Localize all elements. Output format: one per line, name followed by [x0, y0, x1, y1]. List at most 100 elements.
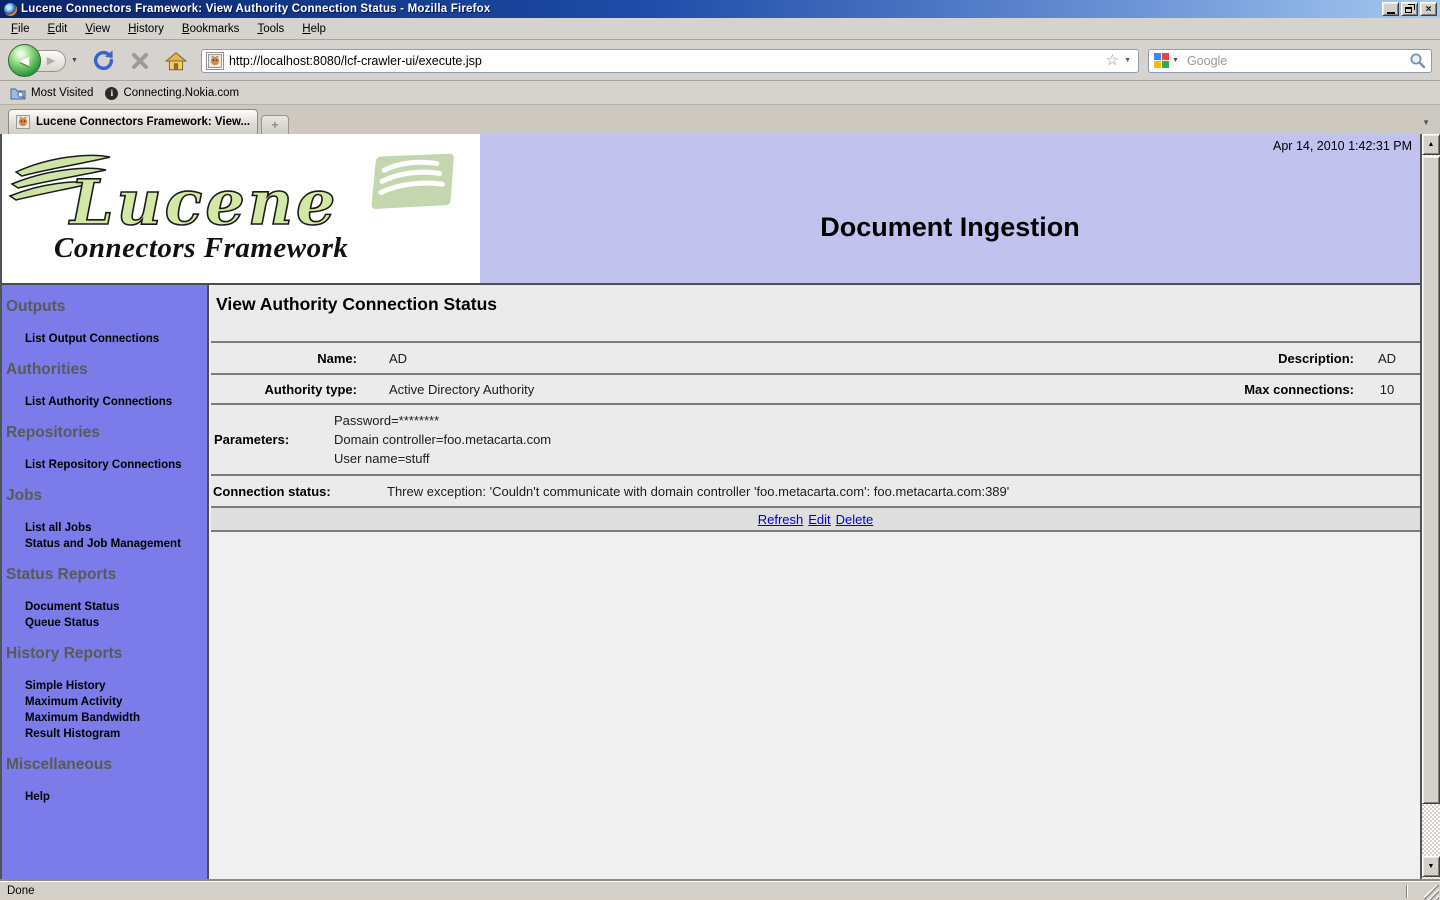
star-glyph: ☆: [1106, 52, 1119, 69]
chevron-down-icon: ▼: [1124, 57, 1131, 64]
resize-grip[interactable]: [1424, 885, 1439, 900]
menu-tools[interactable]: Tools: [248, 20, 293, 38]
bookmark-connecting-nokia[interactable]: i Connecting.Nokia.com: [101, 85, 247, 102]
restore-button[interactable]: [1401, 2, 1418, 16]
sidebar-item-maximum-activity[interactable]: Maximum Activity: [25, 694, 207, 710]
sidebar-item-help[interactable]: Help: [25, 789, 207, 805]
window-controls: ×: [1382, 2, 1437, 16]
reload-button[interactable]: [91, 48, 117, 74]
table-row-connection-status: Connection status: Threw exception: 'Cou…: [211, 474, 1420, 506]
info-glyph: i: [111, 88, 114, 98]
menu-bar: File Edit View History Bookmarks Tools H…: [0, 18, 1440, 40]
scrollbar-thumb[interactable]: [1422, 156, 1440, 804]
title-bar: Lucene Connectors Framework: View Author…: [0, 0, 1440, 18]
back-button[interactable]: ◀: [8, 44, 41, 77]
sidebar-section-miscellaneous: Miscellaneous: [2, 748, 207, 789]
refresh-link[interactable]: Refresh: [758, 512, 804, 527]
edit-link[interactable]: Edit: [808, 512, 830, 527]
search-engine-dropdown[interactable]: ▼: [1169, 57, 1182, 64]
sidebar-item-maximum-bandwidth[interactable]: Maximum Bandwidth: [25, 710, 207, 726]
reload-icon: [92, 49, 115, 72]
info-icon: i: [105, 87, 118, 100]
scroll-up-icon: ▲: [1428, 141, 1435, 148]
bookmark-most-visited[interactable]: Most Visited: [6, 85, 101, 102]
scroll-down-button[interactable]: ▼: [1422, 856, 1440, 877]
navigation-toolbar: ◀ ▶ ▼ ☆ ▼: [0, 41, 1440, 81]
minimize-button[interactable]: [1382, 2, 1399, 16]
page-banner: Apr 14, 2010 1:42:31 PM Document Ingesti…: [480, 134, 1420, 283]
close-icon: ×: [1426, 4, 1432, 15]
tab-active[interactable]: Lucene Connectors Framework: View...: [8, 109, 258, 134]
new-tab-button[interactable]: +: [261, 115, 289, 134]
bookmark-label: Most Visited: [31, 87, 93, 99]
timestamp: Apr 14, 2010 1:42:31 PM: [1273, 139, 1412, 153]
name-label: Name:: [211, 351, 387, 366]
plus-icon: +: [271, 118, 278, 132]
search-box: ▼: [1148, 49, 1432, 73]
stop-button[interactable]: [127, 48, 153, 74]
page-favicon-icon: [206, 52, 224, 70]
close-button[interactable]: ×: [1420, 2, 1437, 16]
stop-icon: [130, 51, 150, 71]
page-viewport: Lucene Connectors Framework Apr 14, 2010…: [0, 134, 1422, 881]
sidebar-item-list-all-jobs[interactable]: List all Jobs: [25, 520, 207, 536]
sidebar-item-list-repository-connections[interactable]: List Repository Connections: [25, 457, 207, 473]
home-button[interactable]: [163, 48, 189, 74]
chevron-down-icon: ▼: [71, 57, 78, 64]
parameter-line: Domain controller=foo.metacarta.com: [334, 430, 1420, 449]
menu-view[interactable]: View: [76, 20, 119, 38]
lucene-logo-graphic: Lucene: [6, 146, 476, 246]
authority-type-label: Authority type:: [211, 382, 387, 397]
vertical-scrollbar[interactable]: ▲ ▼: [1422, 134, 1440, 881]
sidebar-item-list-output-connections[interactable]: List Output Connections: [25, 331, 207, 347]
menu-history[interactable]: History: [119, 20, 173, 38]
bookmark-star-dropdown[interactable]: ▼: [1121, 57, 1134, 64]
sidebar-section-history-reports: History Reports: [2, 637, 207, 678]
connection-status-value: Threw exception: 'Couldn't communicate w…: [387, 484, 1420, 499]
tab-list-dropdown[interactable]: ▼: [1418, 116, 1434, 129]
restore-icon: [1405, 7, 1412, 13]
menu-help[interactable]: Help: [293, 20, 335, 38]
sidebar-item-result-histogram[interactable]: Result Histogram: [25, 726, 207, 742]
name-value: AD: [387, 351, 1124, 366]
menu-file[interactable]: File: [2, 20, 39, 38]
bookmark-star-icon[interactable]: ☆: [1104, 53, 1121, 68]
search-magnifier-icon[interactable]: [1409, 52, 1426, 69]
statusbar-divider: [1406, 885, 1408, 898]
page-body: Outputs List Output Connections Authorit…: [2, 283, 1420, 881]
scroll-up-button[interactable]: ▲: [1422, 134, 1440, 155]
sidebar-item-queue-status[interactable]: Queue Status: [25, 615, 207, 631]
folder-icon: [10, 87, 26, 100]
description-label: Description:: [1124, 351, 1354, 366]
history-dropdown-button[interactable]: ▼: [68, 55, 81, 66]
parameter-line: Password=********: [334, 411, 1420, 430]
sidebar-item-list-authority-connections[interactable]: List Authority Connections: [25, 394, 207, 410]
forward-arrow-icon: ▶: [47, 54, 55, 67]
sidebar-navigation: Outputs List Output Connections Authorit…: [2, 285, 209, 881]
parameters-label: Parameters:: [211, 432, 334, 447]
sidebar-item-status-job-management[interactable]: Status and Job Management: [25, 536, 207, 552]
sidebar-section-outputs: Outputs: [2, 290, 207, 331]
delete-link[interactable]: Delete: [836, 512, 874, 527]
logo-subtitle: Connectors Framework: [54, 232, 348, 265]
sidebar-item-document-status[interactable]: Document Status: [25, 599, 207, 615]
parameters-value: Password=******** Domain controller=foo.…: [334, 405, 1420, 474]
minimize-icon: [1387, 12, 1395, 14]
sidebar-item-simple-history[interactable]: Simple History: [25, 678, 207, 694]
lcf-logo: Lucene Connectors Framework: [2, 134, 480, 283]
sidebar-section-jobs: Jobs: [2, 479, 207, 520]
menu-bookmarks[interactable]: Bookmarks: [173, 20, 249, 38]
status-bar: Done: [0, 881, 1440, 900]
search-input[interactable]: [1187, 54, 1409, 68]
back-arrow-icon: ◀: [20, 53, 30, 69]
google-yellow-block: [1154, 61, 1161, 68]
logo-word: Lucene: [68, 166, 338, 239]
banner-title: Document Ingestion: [480, 212, 1420, 243]
chevron-down-icon: ▼: [1422, 118, 1430, 127]
connection-status-label: Connection status:: [211, 484, 387, 499]
google-engine-icon[interactable]: [1154, 53, 1169, 68]
menu-edit[interactable]: Edit: [39, 20, 77, 38]
sidebar-section-authorities: Authorities: [2, 353, 207, 394]
sidebar-section-repositories: Repositories: [2, 416, 207, 457]
url-input[interactable]: [229, 54, 1104, 68]
